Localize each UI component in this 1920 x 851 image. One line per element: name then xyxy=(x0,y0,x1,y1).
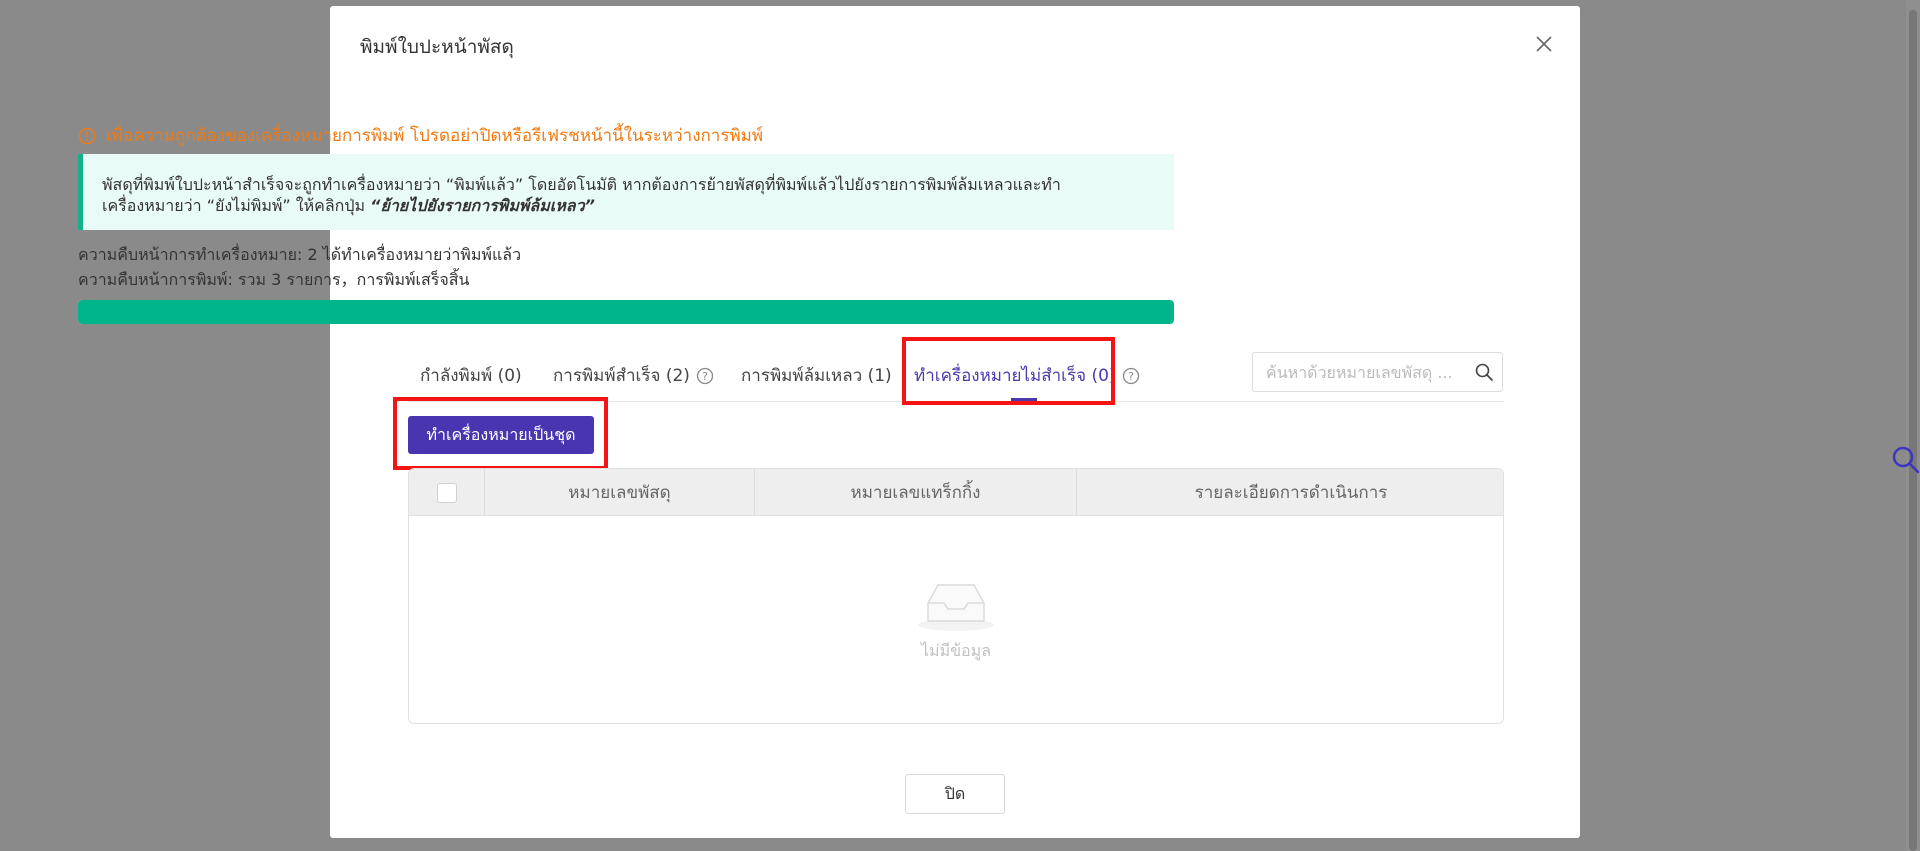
tab-mark-failed-label: ทำเครื่องหมายไม่สำเร็จ (0) xyxy=(914,366,1116,386)
close-icon[interactable] xyxy=(1532,32,1556,56)
select-all-cell xyxy=(409,469,485,516)
help-icon[interactable]: ? xyxy=(696,367,714,385)
progress-bar-fill xyxy=(78,300,1174,324)
column-operation-details: รายละเอียดการดำเนินการ xyxy=(1194,483,1388,503)
search-input[interactable] xyxy=(1264,361,1474,383)
tab-printing-label: กำลังพิมพ์ (0) xyxy=(420,366,522,386)
empty-state: ไม่มีข้อมูล xyxy=(409,516,1503,723)
svg-text:?: ? xyxy=(1128,370,1134,383)
warning-text: เพื่อความถูกต้องของเครื่องหมายการพิมพ์ โ… xyxy=(106,126,764,146)
tab-print-success[interactable]: การพิมพ์สำเร็จ (2) ? xyxy=(553,362,714,389)
search-icon[interactable] xyxy=(1474,362,1494,382)
printing-progress-text: ความคืบหน้าการพิมพ์: รวม 3 รายการ，การพิม… xyxy=(78,270,470,289)
notice-bold-text: “ย้ายไปยังรายการพิมพ์ล้มเหลว” xyxy=(370,196,595,215)
parcel-table: หมายเลขพัสดุ หมายเลขแทร็กกิ้ง รายละเอียด… xyxy=(408,468,1504,724)
tab-print-failed-label: การพิมพ์ล้มเหลว (1) xyxy=(741,366,892,386)
notice-line-2-text: เครื่องหมายว่า “ยังไม่พิมพ์” ให้คลิกปุ่ม xyxy=(102,196,366,215)
notice-line-1: พัสดุที่พิมพ์ใบปะหน้าสำเร็จจะถูกทำเครื่อ… xyxy=(102,175,1061,194)
column-parcel-number: หมายเลขพัสดุ xyxy=(485,469,755,516)
svg-text:?: ? xyxy=(702,370,708,383)
page-scrollbar-thumb[interactable] xyxy=(1909,10,1917,851)
modal-title: พิมพ์ใบปะหน้าพัสดุ xyxy=(360,36,514,58)
marking-progress-text: ความคืบหน้าการทำเครื่องหมาย: 2 ได้ทำเครื… xyxy=(78,245,522,264)
info-notice: พัสดุที่พิมพ์ใบปะหน้าสำเร็จจะถูกทำเครื่อ… xyxy=(78,154,1174,230)
tab-mark-failed[interactable]: ทำเครื่องหมายไม่สำเร็จ (0) ? xyxy=(914,362,1140,389)
background-search-icon[interactable] xyxy=(1890,444,1920,474)
progress-info: ความคืบหน้าการทำเครื่องหมาย: 2 ได้ทำเครื… xyxy=(78,242,521,292)
close-button[interactable]: ปิด xyxy=(905,774,1005,814)
tab-printing[interactable]: กำลังพิมพ์ (0) xyxy=(420,362,522,389)
empty-inbox-icon xyxy=(918,583,994,631)
table-header: หมายเลขพัสดุ หมายเลขแทร็กกิ้ง รายละเอียด… xyxy=(409,469,1503,516)
empty-text: ไม่มีข้อมูล xyxy=(920,640,992,660)
progress-bar xyxy=(78,300,1174,324)
batch-mark-button[interactable]: ทำเครื่องหมายเป็นชุด xyxy=(408,416,594,454)
column-tracking-number: หมายเลขแทร็กกิ้ง xyxy=(755,469,1077,516)
help-icon[interactable]: ? xyxy=(1122,367,1140,385)
page-scrollbar[interactable] xyxy=(1906,0,1920,851)
warning-circle-icon xyxy=(78,127,96,144)
tab-print-success-label: การพิมพ์สำเร็จ (2) xyxy=(553,366,690,386)
active-tab-indicator xyxy=(1011,398,1037,401)
tab-print-failed[interactable]: การพิมพ์ล้มเหลว (1) xyxy=(741,362,892,389)
notice-line-2: เครื่องหมายว่า “ยังไม่พิมพ์” ให้คลิกปุ่ม… xyxy=(102,195,1154,216)
print-warning: เพื่อความถูกต้องของเครื่องหมายการพิมพ์ โ… xyxy=(78,122,763,149)
search-box[interactable] xyxy=(1252,352,1503,392)
select-all-checkbox[interactable] xyxy=(436,482,457,503)
